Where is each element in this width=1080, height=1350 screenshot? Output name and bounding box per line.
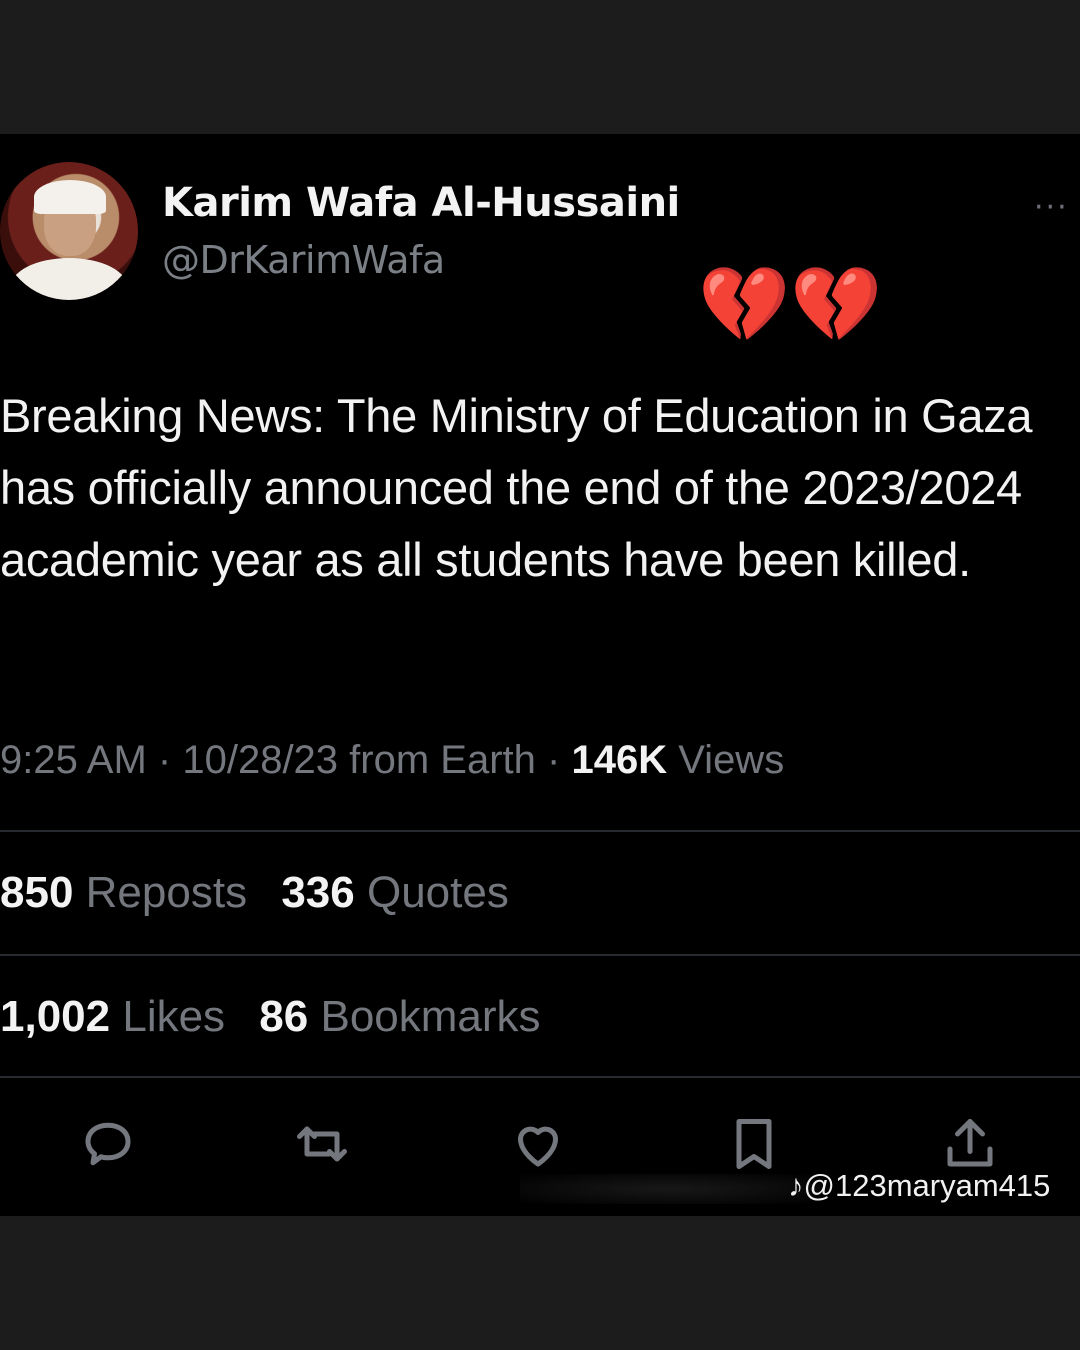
smudge-overlay [520, 1174, 820, 1204]
meta-separator: · [547, 738, 561, 782]
likes-stat[interactable]: 1,002 Likes [0, 992, 225, 1041]
reposts-quotes-row: 850 Reposts 336 Quotes [0, 868, 509, 918]
meta-separator: · [157, 738, 172, 782]
broken-heart-emoji: 💔💔 [698, 262, 883, 348]
bookmarks-stat[interactable]: 86 Bookmarks [259, 992, 540, 1041]
tweet-time[interactable]: 9:25 AM [0, 738, 147, 782]
tweet-date-source[interactable]: 10/28/23 from Earth [182, 738, 536, 782]
reposts-label: Reposts [85, 868, 248, 917]
repost-icon[interactable] [292, 1114, 352, 1174]
bookmark-icon[interactable] [724, 1114, 784, 1174]
tweet-meta: 9:25 AM · 10/28/23 from Earth · 146K Vie… [0, 738, 1080, 783]
views-label: Views [678, 738, 785, 782]
divider [0, 830, 1080, 832]
tweet-card: Karim Wafa Al-Hussaini @DrKarimWafa ··· … [0, 134, 1080, 1216]
likes-label: Likes [122, 992, 226, 1041]
avatar-cap [34, 180, 106, 214]
author-handle[interactable]: @DrKarimWafa [162, 238, 445, 282]
tiktok-watermark: ♪@123maryam415 [788, 1168, 1050, 1204]
share-icon[interactable] [940, 1114, 1000, 1174]
tiktok-icon: ♪ [788, 1168, 804, 1203]
watermark-handle: @123maryam415 [803, 1168, 1051, 1203]
likes-bookmarks-row: 1,002 Likes 86 Bookmarks [0, 992, 541, 1042]
divider [0, 1076, 1080, 1078]
bookmarks-label: Bookmarks [320, 992, 541, 1041]
reposts-stat[interactable]: 850 Reposts [0, 868, 247, 917]
avatar[interactable] [0, 162, 138, 300]
bookmarks-count: 86 [259, 992, 309, 1041]
tweet-text: Breaking News: The Ministry of Education… [0, 389, 1033, 586]
reply-icon[interactable] [78, 1114, 138, 1174]
divider [0, 954, 1080, 956]
author-name[interactable]: Karim Wafa Al-Hussaini [162, 180, 680, 226]
like-icon[interactable] [508, 1114, 568, 1174]
more-options-icon[interactable]: ··· [1034, 190, 1069, 225]
reposts-count: 850 [0, 868, 74, 917]
avatar-robe [10, 258, 128, 300]
quotes-count: 336 [281, 868, 355, 917]
quotes-label: Quotes [366, 868, 509, 917]
views-count: 146K [571, 738, 668, 782]
likes-count: 1,002 [0, 992, 111, 1041]
quotes-stat[interactable]: 336 Quotes [281, 868, 509, 917]
